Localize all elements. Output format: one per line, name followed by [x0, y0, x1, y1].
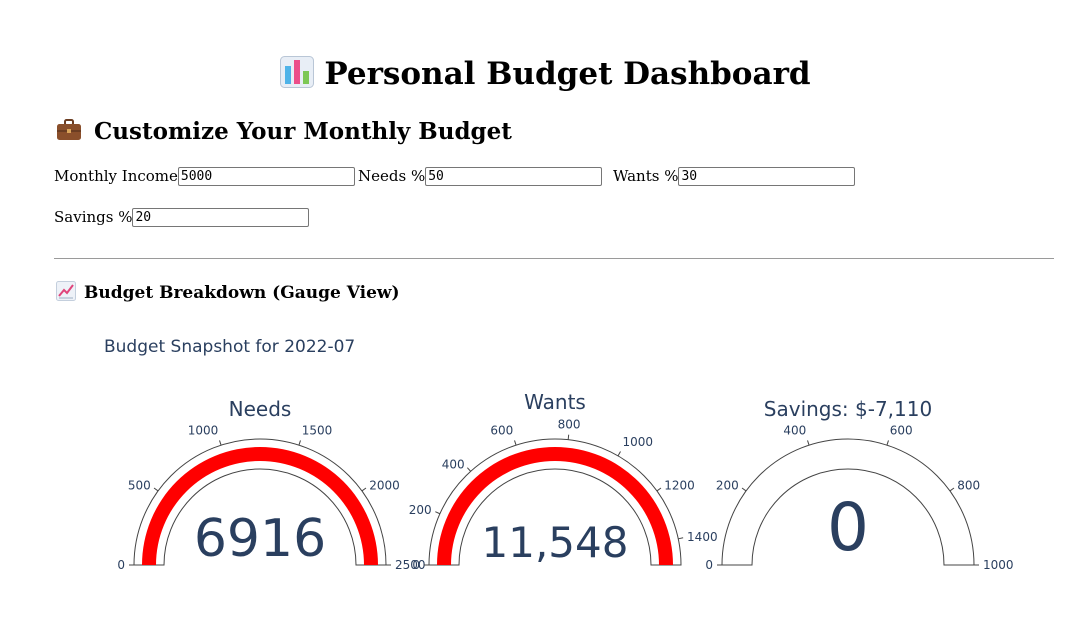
savings-tick-label: 1000 [983, 558, 1014, 572]
savings-tick [807, 440, 810, 446]
needs-gauge-value: 6916 [194, 509, 326, 569]
needs-tick-label: 2000 [369, 479, 400, 493]
savings-tick [741, 487, 747, 492]
wants-tick [678, 537, 684, 540]
needs-label: Needs % [358, 167, 426, 185]
chart-increasing-icon [56, 281, 76, 308]
wants-gauge-value: 11,548 [482, 518, 629, 567]
wants-tick-label: 1400 [687, 530, 718, 544]
breakdown-title: Budget Breakdown (Gauge View) [56, 281, 400, 308]
needs-tick [153, 487, 159, 492]
savings-tick [949, 487, 955, 492]
chart-title: Budget Snapshot for 2022-07 [104, 337, 355, 357]
wants-tick-label: 0 [412, 558, 420, 572]
wants-gauge-title: Wants [524, 390, 586, 414]
needs-tick [219, 440, 222, 446]
needs-tick-label: 1500 [302, 424, 333, 438]
wants-field: Wants % [613, 166, 856, 187]
needs-tick [361, 487, 367, 492]
savings-tick-label: 800 [957, 479, 980, 493]
wants-tick [567, 434, 570, 440]
wants-tick-label: 400 [442, 458, 465, 472]
savings-label: Savings % [54, 208, 133, 226]
savings-field: Savings % [54, 207, 310, 228]
savings-input[interactable] [132, 208, 310, 227]
section-title-text: Customize Your Monthly Budget [94, 118, 512, 145]
section-title-customize: Customize Your Monthly Budget [56, 116, 512, 150]
savings-tick-label: 600 [890, 424, 913, 438]
wants-tick-label: 600 [490, 424, 513, 438]
wants-tick [656, 487, 662, 492]
page-title: Personal Budget Dashboard [0, 52, 1091, 100]
wants-input[interactable] [678, 167, 856, 186]
wants-label: Wants % [613, 167, 679, 185]
gauge-svg: Budget Snapshot for 2022-07 0 500 1000 1500… [104, 337, 1014, 572]
wants-tick-label: 1200 [664, 479, 695, 493]
wants-tick-label: 800 [558, 418, 581, 432]
needs-input[interactable] [425, 167, 603, 186]
wants-tick [435, 511, 441, 515]
section-divider [54, 258, 1054, 259]
savings-tick-label: 200 [716, 479, 739, 493]
breakdown-title-text: Budget Breakdown (Gauge View) [84, 283, 400, 303]
savings-gauge-value: 0 [827, 489, 869, 566]
wants-tick [617, 451, 621, 457]
gauge-figure: Budget Snapshot for 2022-07 0 500 1000 1500… [0, 320, 1091, 604]
needs-tick-label: 500 [128, 479, 151, 493]
income-field: Monthly Income [54, 166, 355, 187]
wants-tick [514, 440, 517, 446]
income-input[interactable] [177, 167, 355, 186]
savings-gauge-title: Savings: $-7,110 [764, 397, 932, 421]
savings-tick-label: 0 [705, 558, 713, 572]
needs-gauge-title: Needs [229, 397, 292, 421]
page-title-text: Personal Budget Dashboard [324, 56, 811, 92]
savings-tick-label: 400 [783, 424, 806, 438]
needs-tick-label: 0 [117, 558, 125, 572]
needs-field: Needs % [358, 166, 603, 187]
wants-tick [466, 467, 472, 472]
income-label: Monthly Income [54, 167, 178, 185]
wants-tick-label: 200 [409, 503, 432, 517]
bar-chart-icon [280, 56, 315, 100]
needs-tick [298, 440, 301, 446]
savings-tick [886, 440, 889, 446]
wants-tick-label: 1000 [623, 435, 654, 449]
briefcase-icon [56, 118, 82, 150]
needs-tick-label: 1000 [188, 424, 219, 438]
needs-tick-label: 2500 [395, 558, 426, 572]
